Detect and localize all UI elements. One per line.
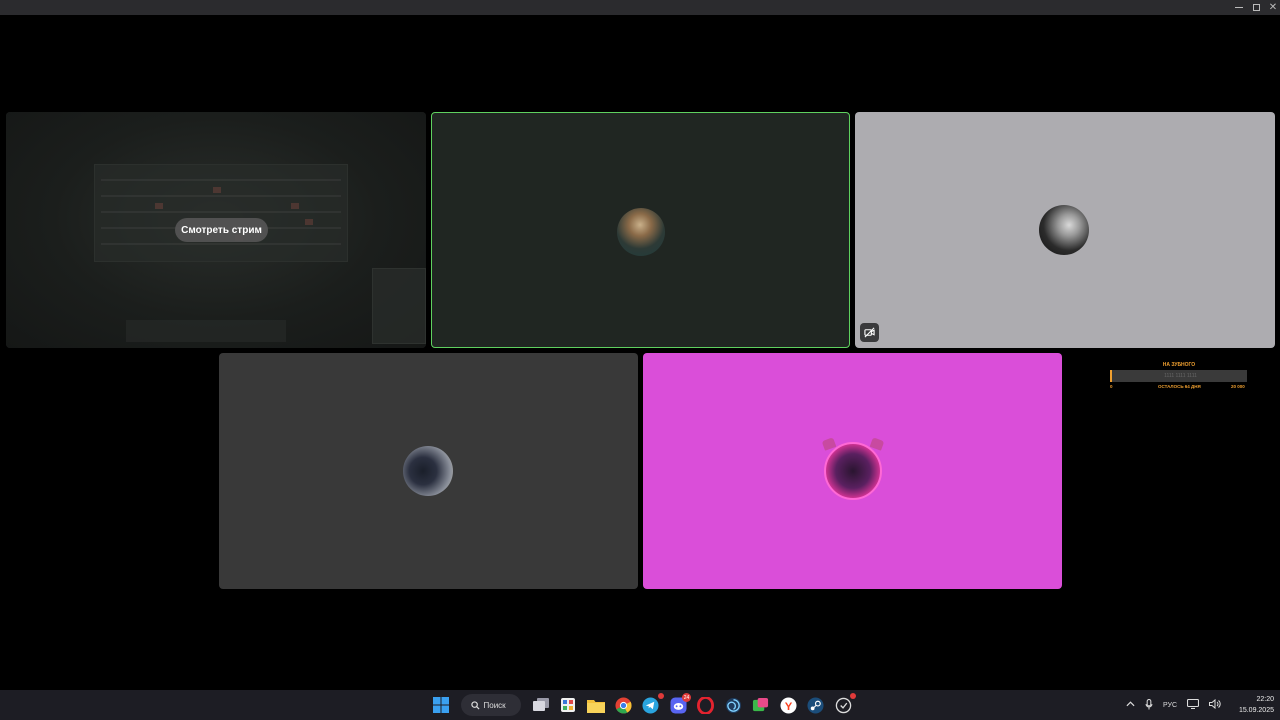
taskbar-apps: Поиск 24 Y [431, 690, 861, 720]
goal-remaining-label: ОСТАЛОСЬ 64 ДНЯ [1158, 384, 1201, 389]
close-icon: ✕ [1268, 1, 1278, 13]
microphone-icon[interactable] [1145, 698, 1153, 712]
svg-text:Y: Y [784, 700, 792, 712]
file-explorer-icon[interactable] [586, 695, 606, 715]
goal-bar-text: 1111 1111 1111 [1164, 373, 1197, 379]
system-tray: РУС [1126, 690, 1221, 720]
participant-tile[interactable] [219, 353, 638, 589]
participant-tile-speaking[interactable] [431, 112, 850, 348]
goal-min-label: 0 [1110, 384, 1113, 389]
discord-icon[interactable]: 24 [668, 693, 691, 715]
watch-stream-button[interactable]: Смотреть стрим [175, 218, 268, 242]
goal-title: НА ЗУБНОГО [1162, 362, 1196, 368]
volume-icon[interactable] [1209, 698, 1221, 711]
search-label: Поиск [483, 700, 506, 710]
close-button[interactable]: ✕ [1262, 1, 1280, 14]
chevron-up-icon[interactable] [1126, 701, 1135, 709]
avatar [824, 442, 882, 500]
avatar [1039, 205, 1089, 255]
stream-tile[interactable]: Смотреть стрим [6, 112, 426, 348]
app-active-icon[interactable] [833, 693, 856, 715]
participant-tile[interactable] [855, 112, 1275, 348]
goal-max-label: 20 000 [1231, 384, 1245, 389]
goal-progress-bar: 1111 1111 1111 [1110, 370, 1247, 382]
task-view-icon[interactable] [531, 695, 551, 715]
window-title-bar: ✕ [0, 0, 1280, 15]
app-green-icon[interactable] [751, 695, 771, 715]
clock-date: 15.09.2025 [1238, 707, 1274, 714]
clock[interactable]: 22:20 15.09.2025 [1228, 694, 1274, 716]
stream-preview-panel [372, 268, 426, 344]
donation-goal-widget: НА ЗУБНОГО 1111 1111 1111 0 ОСТАЛОСЬ 64 … [1108, 360, 1250, 392]
app-active-badge [850, 693, 856, 699]
yandex-icon[interactable]: Y [778, 695, 798, 715]
maximize-icon [1252, 4, 1260, 11]
clock-time: 22:20 [1256, 696, 1274, 703]
stream-preview-board [94, 164, 348, 262]
opera-icon[interactable] [696, 695, 716, 715]
language-indicator[interactable]: РУС [1163, 702, 1177, 709]
steam-icon[interactable] [806, 695, 826, 715]
telegram-icon[interactable] [641, 693, 664, 715]
stream-preview-bar [126, 320, 286, 342]
start-icon[interactable] [431, 695, 451, 715]
avatar [403, 446, 453, 496]
app-spiral-icon[interactable] [723, 695, 743, 715]
avatar [617, 208, 665, 256]
chrome-icon[interactable] [613, 695, 633, 715]
camera-off-button[interactable] [860, 323, 879, 342]
participant-tile[interactable] [643, 353, 1062, 589]
camera-off-icon [864, 327, 875, 338]
search-icon [470, 700, 480, 710]
taskbar-search-button[interactable]: Поиск [460, 694, 521, 716]
widgets-icon[interactable] [558, 695, 578, 715]
discord-badge: 24 [682, 693, 691, 702]
telegram-badge [657, 693, 664, 699]
network-icon[interactable] [1186, 698, 1200, 711]
minimize-icon [1235, 7, 1243, 8]
taskbar: Поиск 24 Y РУС 22:20 15.09.2025 [0, 690, 1280, 720]
